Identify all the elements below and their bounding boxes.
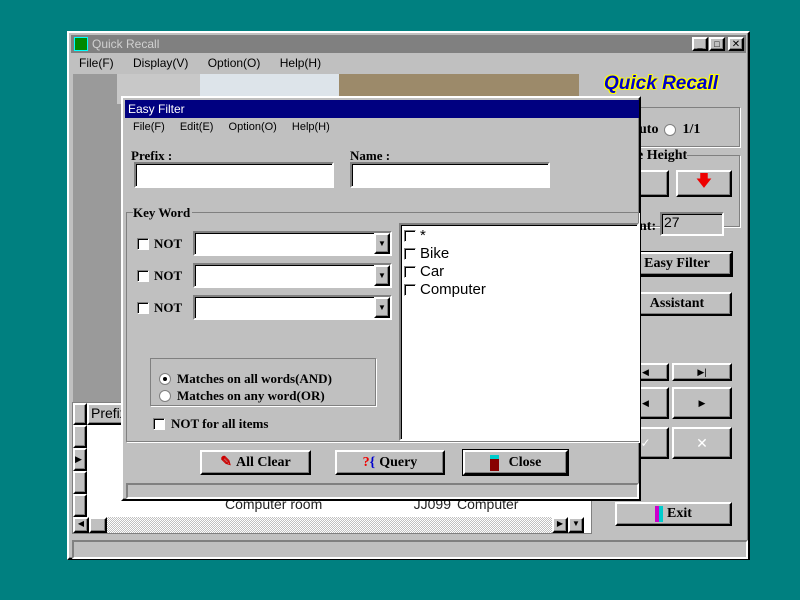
prefix-input[interactable] [134, 162, 334, 188]
keyword-row-1: NOT ▼ [137, 231, 392, 256]
radio-or[interactable] [159, 389, 171, 402]
close-button[interactable]: Close [462, 449, 569, 476]
grid-scroll-down[interactable]: ▼ [568, 517, 584, 533]
radio-auto-label[interactable]: uto [639, 122, 658, 138]
main-title: Quick Recall [92, 37, 160, 51]
delete-button[interactable]: ✕ [672, 427, 732, 459]
keyword-list[interactable]: * Bike Car Computer [399, 223, 639, 441]
radio-1-1[interactable] [664, 124, 677, 136]
dialog-menu-edit[interactable]: Edit(E) [180, 121, 214, 133]
radio-and[interactable] [159, 372, 171, 385]
nav-next-button[interactable]: ▶ [672, 387, 732, 419]
height-label: e Height [637, 148, 688, 164]
keyword-checkbox[interactable] [404, 248, 416, 260]
not-checkbox-1[interactable] [137, 237, 149, 250]
query-icon: ?{ [362, 454, 376, 470]
close-window-button[interactable]: ✕ [728, 37, 744, 51]
count-field[interactable]: 27 [660, 212, 724, 236]
keyword-item[interactable]: * [404, 227, 634, 245]
exit-button[interactable]: Exit [615, 502, 732, 526]
menu-help[interactable]: Help(H) [280, 56, 321, 70]
keyword-item[interactable]: Bike [404, 245, 634, 263]
current-row-indicator: ▶ [73, 448, 87, 471]
not-all-checkbox[interactable] [153, 418, 165, 430]
logo: Quick Recall [604, 73, 719, 94]
name-input[interactable] [350, 162, 550, 188]
chevron-down-icon[interactable]: ▼ [374, 233, 390, 254]
dialog-status-bar [126, 483, 639, 499]
menu-option[interactable]: Option(O) [208, 56, 261, 70]
main-menu-bar: File(F) Display(V) Option(O) Help(H) [79, 56, 337, 70]
main-status-bar [72, 540, 748, 559]
exit-icon [655, 506, 664, 522]
minimize-button[interactable]: _ [692, 37, 708, 51]
match-or-option[interactable]: Matches on any word(OR) [159, 387, 332, 404]
maximize-button[interactable]: □ [709, 37, 725, 51]
dialog-menu-bar: File(F) Edit(E) Option(O) Help(H) [133, 121, 346, 133]
app-icon [74, 37, 88, 51]
dialog-menu-help[interactable]: Help(H) [292, 121, 330, 133]
keyword-combo-2[interactable]: ▼ [193, 263, 392, 288]
chevron-down-icon[interactable]: ▼ [374, 297, 390, 318]
dialog-menu-option[interactable]: Option(O) [229, 121, 277, 133]
dialog-menu-file[interactable]: File(F) [133, 121, 165, 133]
keyword-row-3: NOT ▼ [137, 295, 392, 320]
all-clear-button[interactable]: ✎ All Clear [200, 450, 311, 475]
eraser-icon: ✎ [220, 455, 232, 470]
nav-last-button[interactable]: ▶| [672, 363, 732, 381]
keyword-label: Key Word [133, 205, 193, 221]
keyword-item[interactable]: Car [404, 263, 634, 281]
menu-file[interactable]: File(F) [79, 56, 114, 70]
dialog-title-bar: Easy Filter [125, 100, 639, 118]
not-all-option[interactable]: NOT for all items [153, 416, 268, 432]
count-label: nt: [639, 219, 657, 234]
keyword-checkbox[interactable] [404, 230, 416, 242]
chevron-down-icon[interactable]: ▼ [374, 265, 390, 286]
menu-display[interactable]: Display(V) [133, 56, 188, 70]
arrow-down-icon: 🡇 [695, 173, 713, 190]
door-icon [489, 454, 499, 471]
height-down-button[interactable]: 🡇 [676, 170, 732, 197]
keyword-row-2: NOT ▼ [137, 263, 392, 288]
not-checkbox-3[interactable] [137, 301, 149, 314]
main-title-bar: Quick Recall _ □ ✕ [71, 35, 746, 53]
keyword-combo-3[interactable]: ▼ [193, 295, 392, 320]
horizontal-scrollbar[interactable]: ◀ ▶ [73, 517, 568, 533]
keyword-checkbox[interactable] [404, 284, 416, 296]
keyword-item[interactable]: Computer [404, 281, 634, 299]
radio-1-1-label[interactable]: 1/1 [682, 122, 700, 138]
match-and-option[interactable]: Matches on all words(AND) [159, 370, 332, 387]
keyword-combo-1[interactable]: ▼ [193, 231, 392, 256]
not-checkbox-2[interactable] [137, 269, 149, 282]
query-button[interactable]: ?{Query [335, 450, 445, 475]
easy-filter-dialog: Easy Filter File(F) Edit(E) Option(O) He… [121, 96, 641, 501]
keyword-checkbox[interactable] [404, 266, 416, 278]
